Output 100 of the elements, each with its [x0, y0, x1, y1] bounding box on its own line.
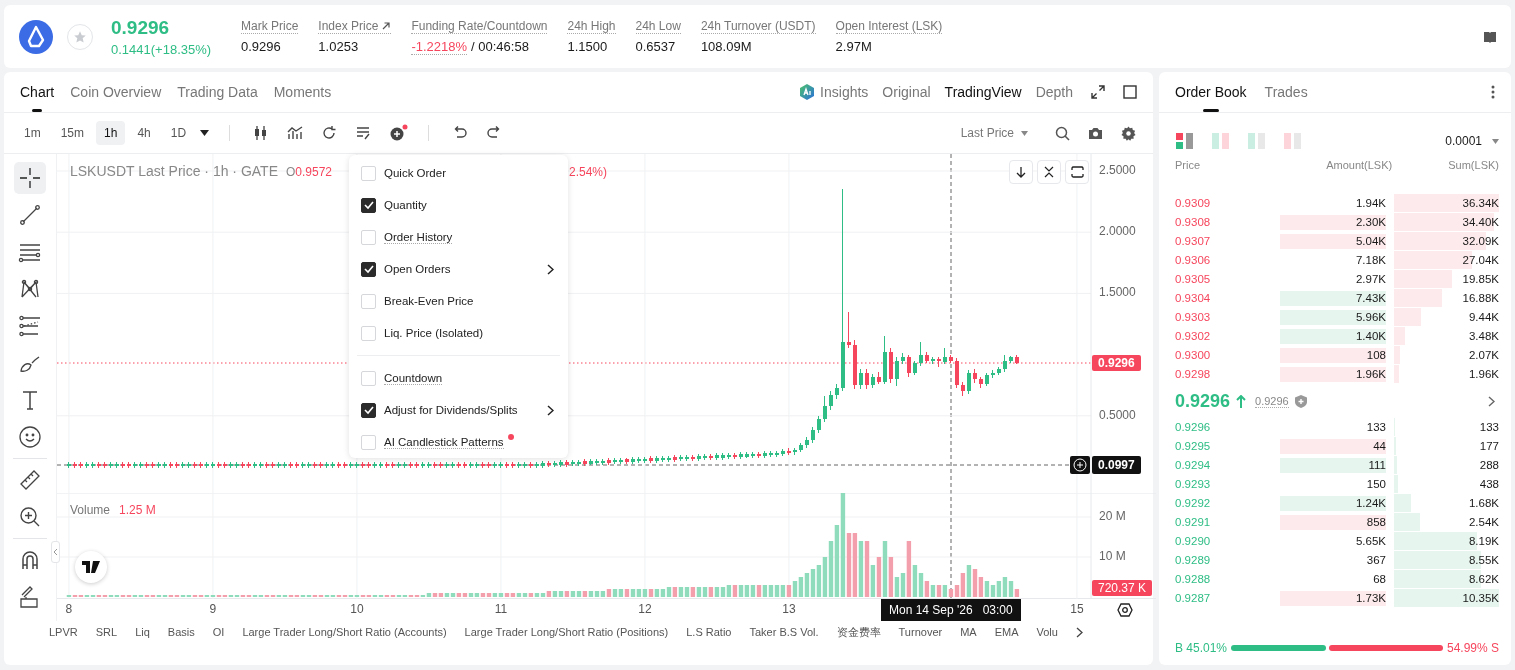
chevron-right-icon[interactable]	[547, 263, 554, 275]
fit-screen-button[interactable]	[1065, 160, 1089, 184]
bar	[666, 587, 672, 597]
book-layout-icon[interactable]	[1176, 133, 1194, 149]
bar	[864, 541, 870, 597]
axis-settings-icon[interactable]	[1117, 602, 1133, 618]
volume-value: 1.25 M	[119, 503, 156, 517]
interval-button[interactable]: 1h	[96, 121, 126, 145]
chevron-right-icon[interactable]	[1075, 626, 1083, 638]
collapse-button[interactable]	[1037, 160, 1061, 184]
interval-button[interactable]: 15m	[52, 121, 92, 145]
indicator-tab[interactable]: OI	[212, 626, 225, 638]
coin-logo-icon	[19, 19, 53, 54]
scroll-to-latest-button[interactable]	[1009, 160, 1033, 184]
amount-cell-text: 2.97K	[1354, 271, 1386, 287]
checkbox[interactable]	[361, 197, 376, 213]
bar	[594, 591, 600, 597]
more-icon[interactable]	[1491, 85, 1495, 99]
sum-cell: 1.96K	[1468, 368, 1499, 380]
expand-icon[interactable]	[1091, 85, 1105, 99]
bar	[798, 577, 804, 597]
bar	[642, 589, 648, 597]
ask-price: 0.9304	[1175, 292, 1212, 304]
indicator-tab[interactable]: Basis	[167, 626, 195, 638]
bar	[924, 581, 930, 597]
indicator-tab[interactable]: LPVR	[49, 626, 78, 638]
price-type-dropdown[interactable]: Last Price	[960, 126, 1028, 140]
menu-item[interactable]: Countdown	[349, 362, 568, 394]
interval-dropdown[interactable]: 1D	[162, 121, 218, 145]
menu-item[interactable]: Liq. Price (Isolated)	[349, 317, 568, 349]
add-alert-icon[interactable]	[1070, 456, 1090, 474]
window-icon[interactable]	[1123, 85, 1137, 99]
bar	[792, 581, 798, 597]
indicator-tab[interactable]: Taker B.S Vol.	[749, 626, 819, 638]
replay-icon[interactable]	[321, 125, 338, 141]
precision-dropdown[interactable]: 0.0001	[1445, 134, 1499, 148]
bar	[708, 587, 714, 597]
chart-tab[interactable]: Coin Overview	[70, 72, 162, 112]
indicator-tab[interactable]: Large Trader Long/Short Ratio (Accounts)	[242, 626, 447, 638]
chart-tab[interactable]: Chart	[20, 72, 55, 112]
amount-cell: 1.40K	[1280, 328, 1386, 344]
ask-price: 0.9307	[1175, 235, 1212, 247]
indicator-tab[interactable]: Liq	[135, 626, 150, 638]
stat-label: Mark Price	[241, 18, 299, 34]
bar	[690, 587, 696, 597]
indicator-tab[interactable]: Volu	[1036, 626, 1058, 638]
view-tab[interactable]: Original	[882, 84, 931, 100]
bar	[684, 587, 690, 597]
checkbox[interactable]	[361, 261, 376, 277]
menu-item[interactable]: Quick Order	[349, 157, 568, 189]
menu-item[interactable]: Adjust for Dividends/Splits	[349, 394, 568, 426]
template-icon[interactable]	[355, 125, 372, 141]
indicator-icon[interactable]	[287, 125, 304, 141]
undo-icon[interactable]	[452, 125, 469, 141]
crosshair-icon	[19, 167, 41, 189]
order-book-tab[interactable]: Trades	[1264, 72, 1308, 112]
chevron-right-icon[interactable]	[547, 404, 554, 416]
indicator-tab[interactable]: Turnover	[898, 626, 943, 638]
amount-cell-text: 133	[1365, 419, 1386, 435]
bar	[600, 591, 606, 597]
order-book-tab[interactable]: Order Book	[1175, 72, 1247, 112]
view-tab[interactable]: Insights	[820, 84, 869, 100]
menu-item[interactable]: Open Orders	[349, 253, 568, 285]
stat-label[interactable]: Index Price	[318, 18, 392, 34]
indicator-tab[interactable]: MA	[960, 626, 977, 638]
menu-item[interactable]: AI Candlestick Patterns	[349, 426, 568, 458]
menu-item[interactable]: Quantity	[349, 189, 568, 221]
bar	[936, 585, 942, 597]
collapse-toolbar-handle[interactable]	[51, 541, 60, 563]
indicator-tab[interactable]: SRL	[95, 626, 118, 638]
collapse-icon	[1043, 166, 1055, 178]
stat-label: Open Interest (LSK)	[835, 18, 943, 34]
menu-item[interactable]: Order History	[349, 221, 568, 253]
interval-button[interactable]: 1m	[16, 121, 49, 145]
search-icon[interactable]	[1055, 125, 1070, 141]
crosshair-tool[interactable]	[14, 162, 46, 194]
indicator-tab[interactable]: 资金费率	[836, 624, 881, 640]
candlestick	[714, 452, 719, 461]
menu-item[interactable]: Break-Even Price	[349, 285, 568, 317]
indicator-tab[interactable]: L.S Ratio	[686, 626, 732, 638]
book-icon[interactable]	[1483, 29, 1497, 44]
amount-cell: 858	[1280, 514, 1386, 530]
bar	[768, 585, 774, 597]
checkbox[interactable]	[361, 402, 376, 418]
sum-cell: 8.19K	[1468, 535, 1499, 547]
indicator-tab[interactable]: EMA	[994, 626, 1019, 638]
view-tab[interactable]: Depth	[1035, 84, 1073, 100]
bar	[558, 591, 564, 597]
symbol-legend: LSKUSDT Last Price · 1h · GATE	[70, 163, 278, 179]
chart-tab[interactable]: Trading Data	[177, 72, 258, 112]
bar	[1008, 581, 1014, 597]
chart-tab[interactable]: Moments	[273, 72, 332, 112]
indicator-tab[interactable]: Large Trader Long/Short Ratio (Positions)	[464, 626, 669, 638]
candlestick	[924, 351, 929, 364]
view-tab[interactable]: TradingView	[944, 84, 1022, 100]
bar	[810, 569, 816, 597]
add-indicator-icon[interactable]	[389, 124, 410, 142]
interval-button[interactable]: 4h	[129, 121, 159, 145]
settings-icon[interactable]	[1121, 125, 1136, 141]
camera-icon[interactable]	[1088, 126, 1103, 140]
